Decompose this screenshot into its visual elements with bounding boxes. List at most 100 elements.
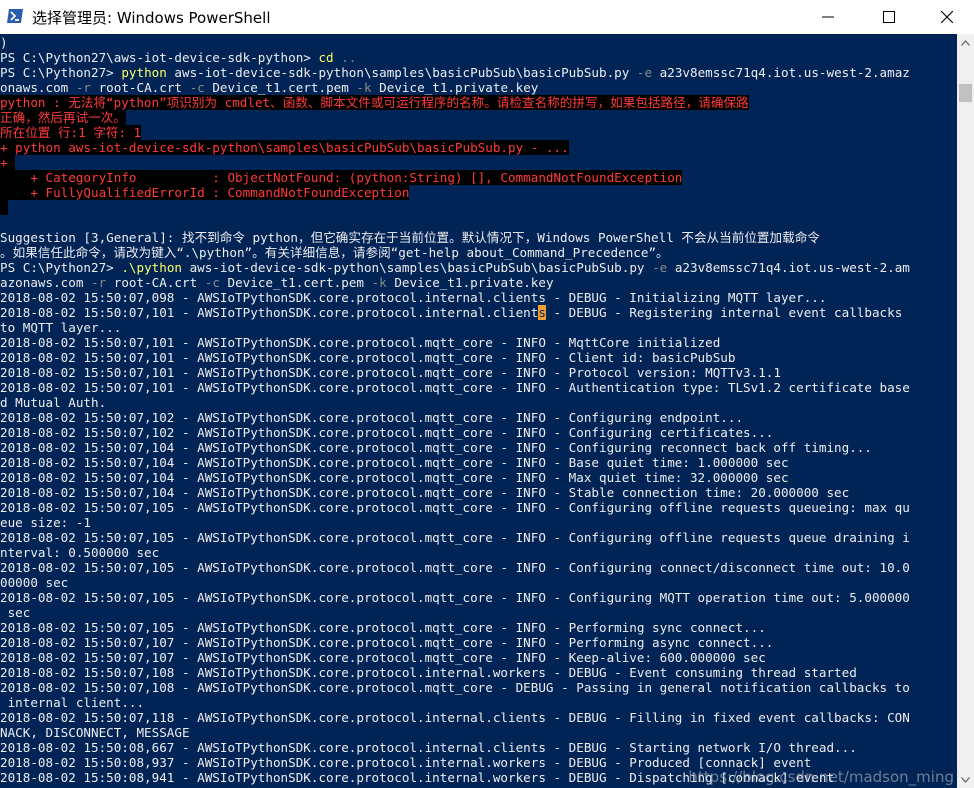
console-text-segment: -k bbox=[371, 275, 387, 290]
console-line: 2018-08-02 15:50:07,105 - AWSIoTPythonSD… bbox=[0, 590, 910, 605]
console-line: 正确，然后再试一次。 bbox=[0, 110, 126, 125]
console-line: 2018-08-02 15:50:07,102 - AWSIoTPythonSD… bbox=[0, 425, 773, 440]
powershell-icon bbox=[7, 9, 23, 23]
console-text-segment: Device_t1.private.key bbox=[386, 275, 554, 290]
console-line: Suggestion [3,General]: 找不到命令 python，但它确… bbox=[0, 230, 820, 245]
console-text-segment: 2018-08-02 15:50:07,107 - AWSIoTPythonSD… bbox=[0, 650, 766, 665]
window-title: 选择管理员: Windows PowerShell bbox=[32, 9, 271, 27]
console-text-segment: 2018-08-02 15:50:07,104 - AWSIoTPythonSD… bbox=[0, 440, 872, 455]
console-line: 2018-08-02 15:50:07,108 - AWSIoTPythonSD… bbox=[0, 665, 857, 680]
title-bar[interactable]: 选择管理员: Windows PowerShell bbox=[0, 0, 974, 34]
console-text-segment: 00000 sec bbox=[0, 575, 69, 590]
console-text-segment: 2018-08-02 15:50:07,104 - AWSIoTPythonSD… bbox=[0, 470, 789, 485]
console-text-segment: python bbox=[121, 65, 167, 80]
console-line: 2018-08-02 15:50:07,102 - AWSIoTPythonSD… bbox=[0, 410, 743, 425]
console-text-segment: + FullyQualifiedErrorId : CommandNotFoun… bbox=[0, 185, 410, 200]
console-text-segment: -c bbox=[189, 80, 205, 95]
console-text-segment: -k bbox=[356, 80, 372, 95]
console-text-segment: onaws.com bbox=[0, 80, 76, 95]
console-line: 2018-08-02 15:50:07,105 - AWSIoTPythonSD… bbox=[0, 530, 910, 545]
console-text-segment: a23v8emssc71q4.iot.us-west-2.amaz bbox=[652, 65, 910, 80]
console-output[interactable]: ) PS C:\Python27\aws-iot-device-sdk-pytho… bbox=[0, 34, 957, 788]
console-line: + bbox=[0, 155, 16, 170]
console-text-segment: 2018-08-02 15:50:07,101 - AWSIoTPythonSD… bbox=[0, 335, 721, 350]
console-text-segment: aws-iot-device-sdk-python\samples\basicP… bbox=[166, 65, 637, 80]
console-text-segment: Device_t1.private.key bbox=[371, 80, 539, 95]
console-line: 。如果信任此命令，请改为键入“.\python”。有关详细信息，请参阅“get-… bbox=[0, 245, 669, 260]
console-text-segment: 2018-08-02 15:50:07,101 - AWSIoTPythonSD… bbox=[0, 350, 736, 365]
watermark: https://blog.csdn.net/madson_ming bbox=[688, 768, 954, 786]
console-text-segment: root-CA.crt bbox=[106, 275, 205, 290]
console-line: + CategoryInfo : ObjectNotFound: (python… bbox=[0, 170, 683, 185]
vertical-scrollbar[interactable] bbox=[957, 34, 974, 788]
console-text-segment bbox=[0, 200, 8, 215]
console-text-segment: 2018-08-02 15:50:07,104 - AWSIoTPythonSD… bbox=[0, 455, 789, 470]
console-text-segment: to MQTT layer... bbox=[0, 320, 122, 335]
console-line: 2018-08-02 15:50:07,101 - AWSIoTPythonSD… bbox=[0, 305, 902, 320]
console-line: 2018-08-02 15:50:07,101 - AWSIoTPythonSD… bbox=[0, 365, 781, 380]
console-text-segment: root-CA.crt bbox=[91, 80, 190, 95]
console-text-segment: .\python bbox=[121, 260, 182, 275]
maximize-icon bbox=[883, 11, 895, 23]
console-text-segment: -c bbox=[204, 275, 220, 290]
console-text-segment: -e bbox=[652, 260, 668, 275]
console-line: + python aws-iot-device-sdk-python\sampl… bbox=[0, 140, 569, 155]
console-line: 2018-08-02 15:50:07,105 - AWSIoTPythonSD… bbox=[0, 560, 910, 575]
maximize-button[interactable] bbox=[866, 0, 912, 34]
console-line: 00000 sec bbox=[0, 575, 68, 590]
console-text-segment: PS C:\Python27> bbox=[0, 65, 122, 80]
scroll-up-button[interactable] bbox=[957, 34, 974, 51]
close-button[interactable] bbox=[924, 0, 970, 34]
console-text-segment: -e bbox=[636, 65, 653, 80]
console-line: nterval: 0.500000 sec bbox=[0, 545, 159, 560]
console-text-segment: aws-iot-device-sdk-python\samples\basicP… bbox=[182, 260, 653, 275]
console-text-segment: a23v8emssc71q4.iot.us-west-2.am bbox=[667, 260, 910, 275]
console-line: 2018-08-02 15:50:07,105 - AWSIoTPythonSD… bbox=[0, 620, 766, 635]
console-text-segment: ) bbox=[0, 35, 8, 50]
console-line: 2018-08-02 15:50:07,104 - AWSIoTPythonSD… bbox=[0, 470, 789, 485]
console-line: + FullyQualifiedErrorId : CommandNotFoun… bbox=[0, 185, 410, 200]
console-line: PS C:\Python27> python aws-iot-device-sd… bbox=[0, 65, 910, 80]
console-text-segment: -r bbox=[75, 80, 91, 95]
console-text-segment: + bbox=[0, 155, 16, 170]
console-line: NACK, DISCONNECT, MESSAGE bbox=[0, 725, 190, 740]
console-line bbox=[0, 200, 8, 215]
console-text-segment: -r bbox=[91, 275, 107, 290]
console-line: 2018-08-02 15:50:07,107 - AWSIoTPythonSD… bbox=[0, 650, 766, 665]
console-text-segment: 2018-08-02 15:50:07,102 - AWSIoTPythonSD… bbox=[0, 410, 744, 425]
scroll-up-arrow-icon bbox=[961, 39, 970, 46]
console-text-segment: 2018-08-02 15:50:07,105 - AWSIoTPythonSD… bbox=[0, 500, 910, 515]
console-text-segment: - DEBUG - Registering internal event cal… bbox=[545, 305, 903, 320]
console-text-segment: 2018-08-02 15:50:07,098 - AWSIoTPythonSD… bbox=[0, 290, 827, 305]
console-text-segment: Device_t1.cert.pem bbox=[204, 80, 357, 95]
console-text-segment: + CategoryInfo : ObjectNotFound: (python… bbox=[0, 170, 683, 185]
console-line: to MQTT layer... bbox=[0, 320, 121, 335]
scroll-thumb[interactable] bbox=[959, 84, 972, 102]
console-line: 2018-08-02 15:50:07,118 - AWSIoTPythonSD… bbox=[0, 710, 910, 725]
console-text-segment: 2018-08-02 15:50:07,101 - AWSIoTPythonSD… bbox=[0, 365, 781, 380]
console-line: 2018-08-02 15:50:08,667 - AWSIoTPythonSD… bbox=[0, 740, 857, 755]
console-text-segment: Suggestion [3,General]: 找不到命令 python，但它确… bbox=[0, 230, 820, 245]
console-text-segment: sec bbox=[0, 605, 31, 620]
close-icon bbox=[941, 11, 953, 23]
console-text-segment: python : 无法将“python”项识别为 cmdlet、函数、脚本文件或… bbox=[0, 95, 749, 110]
scroll-down-arrow-icon bbox=[961, 776, 970, 783]
console-line: d Mutual Auth. bbox=[0, 395, 106, 410]
console-text-segment: 。如果信任此命令，请改为键入“.\python”。有关详细信息，请参阅“get-… bbox=[0, 245, 669, 260]
console-text-segment: 2018-08-02 15:50:07,118 - AWSIoTPythonSD… bbox=[0, 710, 910, 725]
minimize-button[interactable] bbox=[805, 0, 851, 34]
console-line: azonaws.com -r root-CA.crt -c Device_t1.… bbox=[0, 275, 554, 290]
scroll-down-button[interactable] bbox=[957, 771, 974, 788]
console-text-segment: 2018-08-02 15:50:07,104 - AWSIoTPythonSD… bbox=[0, 485, 850, 500]
console-line: sec bbox=[0, 605, 31, 620]
console-text-segment: 2018-08-02 15:50:07,101 - AWSIoTPythonSD… bbox=[0, 305, 539, 320]
console-text-segment: PS C:\Python27> bbox=[0, 260, 122, 275]
console-line: 2018-08-02 15:50:07,101 - AWSIoTPythonSD… bbox=[0, 380, 910, 395]
console-line: onaws.com -r root-CA.crt -c Device_t1.ce… bbox=[0, 80, 538, 95]
console-line: 2018-08-02 15:50:07,107 - AWSIoTPythonSD… bbox=[0, 635, 773, 650]
console-text-segment: Device_t1.cert.pem bbox=[219, 275, 372, 290]
console-text-segment: 2018-08-02 15:50:07,108 - AWSIoTPythonSD… bbox=[0, 680, 910, 695]
console-text-segment: 2018-08-02 15:50:07,105 - AWSIoTPythonSD… bbox=[0, 590, 910, 605]
console-line: 2018-08-02 15:50:07,104 - AWSIoTPythonSD… bbox=[0, 440, 872, 455]
console-text-segment: + python aws-iot-device-sdk-python\sampl… bbox=[0, 140, 569, 155]
